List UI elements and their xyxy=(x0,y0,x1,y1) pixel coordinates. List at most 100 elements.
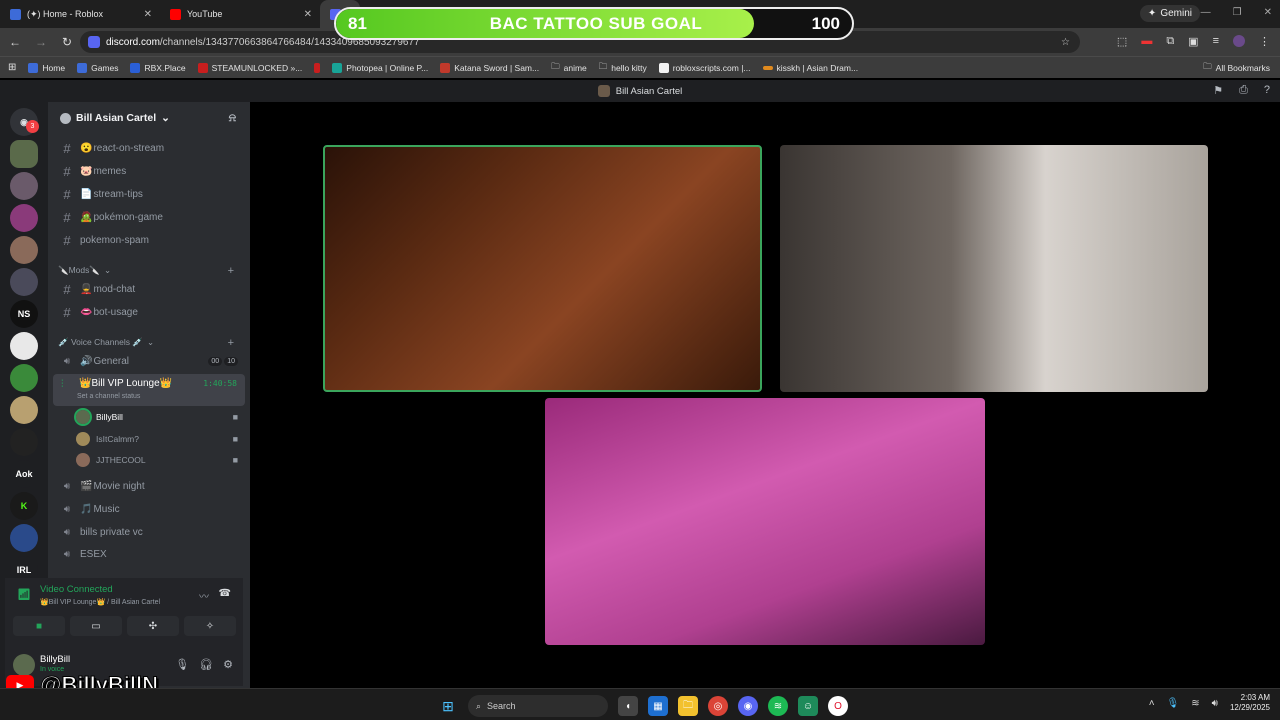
apps-grid-icon[interactable]: ⊞ xyxy=(8,62,16,73)
windows-start-icon[interactable]: ⊞ xyxy=(438,696,458,716)
channel-pokemon-spam[interactable]: # pokemon-spam xyxy=(56,230,244,250)
volume-icon[interactable]: 🔊︎ xyxy=(1212,698,1218,709)
server-icon[interactable] xyxy=(10,236,38,264)
bookmark-red[interactable] xyxy=(314,62,321,73)
voice-user-isitcalmm[interactable]: IsItCalmm? ■ xyxy=(76,429,242,449)
category-voice[interactable]: 💉 Voice Channels 💉 ⌄ + xyxy=(58,337,240,349)
settings-gear-icon[interactable]: ⚙ xyxy=(223,658,233,671)
video-tile-speaking[interactable] xyxy=(323,145,762,392)
server-icon[interactable] xyxy=(10,172,38,200)
noise-suppression-icon[interactable]: 〰 xyxy=(199,588,209,603)
add-channel-icon[interactable]: + xyxy=(228,265,234,277)
server-icon[interactable] xyxy=(10,364,38,392)
camera-toggle-button[interactable]: ■ xyxy=(13,616,65,636)
chevron-up-icon[interactable]: ˄ xyxy=(1149,698,1155,709)
microphone-tray-icon[interactable]: 🎙︎ xyxy=(1167,698,1180,709)
profile-avatar-icon[interactable] xyxy=(1233,35,1245,47)
disconnect-icon[interactable]: ☎ xyxy=(219,588,231,599)
server-icon[interactable] xyxy=(10,428,38,456)
bookmark-robloxscripts[interactable]: robloxscripts.com |... xyxy=(658,62,751,73)
kebab-menu-icon[interactable]: ⋮ xyxy=(1259,35,1270,48)
signal-strength-icon[interactable]: 📶︎ xyxy=(17,588,31,601)
server-icon-aok[interactable]: Aok xyxy=(10,460,38,488)
bookmark-rbxplace[interactable]: RBX.Place xyxy=(130,62,186,73)
wifi-icon[interactable]: ≋ xyxy=(1191,698,1199,709)
tab-roblox[interactable]: (✦) Home - Roblox ✕ xyxy=(0,0,160,28)
flag-icon[interactable]: ⚑ xyxy=(1213,84,1223,97)
tab-youtube[interactable]: YouTube ✕ xyxy=(160,0,320,28)
server-icon[interactable] xyxy=(10,204,38,232)
bookmark-kisskh[interactable]: kisskh | Asian Dram... xyxy=(762,63,858,73)
server-header[interactable]: Bill Asian Cartel ⌄ ⍾ xyxy=(48,102,250,134)
close-window-icon[interactable]: ✕ xyxy=(1264,7,1272,18)
video-tile[interactable] xyxy=(545,398,985,645)
bookmark-games[interactable]: Games xyxy=(77,62,118,73)
extension-red-icon[interactable]: ▬ xyxy=(1141,35,1152,48)
activities-button[interactable]: ✣ xyxy=(127,616,179,636)
channel-pokemon-game[interactable]: # 🧟 pokémon-game xyxy=(56,207,244,227)
voice-user-billybill[interactable]: BillyBill ■ xyxy=(74,407,242,427)
extensions-puzzle-icon[interactable]: ⧉ xyxy=(1166,35,1174,48)
screen-share-button[interactable]: ▭ xyxy=(70,616,122,636)
bookmark-photopea[interactable]: Photopea | Online P... xyxy=(332,62,428,73)
bookmark-katana[interactable]: Katana Sword | Sam... xyxy=(440,62,539,73)
file-explorer-icon[interactable]: 🗀 xyxy=(678,696,698,716)
discord-taskbar-icon[interactable]: ◉ xyxy=(738,696,758,716)
server-icon-ns[interactable]: NS xyxy=(10,300,38,328)
spotify-icon[interactable]: ≋ xyxy=(768,696,788,716)
tab-search-icon[interactable]: ≡ xyxy=(1213,35,1219,48)
microphone-icon[interactable]: 🎙︎ xyxy=(175,658,189,671)
headphones-icon[interactable]: 🎧︎ xyxy=(199,658,213,671)
server-icon[interactable] xyxy=(10,268,38,296)
channel-react-on-stream[interactable]: # 😮 react-on-stream xyxy=(56,138,244,158)
server-icon-active[interactable] xyxy=(10,140,38,168)
mouse-app-icon[interactable]: ◖ xyxy=(618,696,638,716)
inbox-icon[interactable]: ⎙ xyxy=(1239,84,1248,97)
taskbar-search[interactable]: ⌕ Search xyxy=(468,695,608,717)
soundboard-button[interactable]: ✧ xyxy=(184,616,236,636)
channel-stream-tips[interactable]: # 📄 stream-tips xyxy=(56,184,244,204)
category-mods[interactable]: 🔪Mods🔪 ⌄ + xyxy=(58,265,240,277)
forward-icon[interactable]: → xyxy=(30,35,52,49)
server-icon[interactable] xyxy=(10,524,38,552)
server-icon[interactable]: K xyxy=(10,492,38,520)
voice-channel-general[interactable]: 🔊︎ 🔊 General 00 10 xyxy=(56,351,244,371)
site-info-icon[interactable] xyxy=(88,36,100,48)
bookmark-star-icon[interactable]: ☆ xyxy=(1061,37,1070,48)
connection-location[interactable]: 👑Bill VIP Lounge👑 / Bill Asian Cartel xyxy=(40,598,160,606)
voice-channel-movie-night[interactable]: 🔊︎ 🎬 Movie night xyxy=(56,476,244,496)
voice-channel-vip-lounge[interactable]: ⫶ 👑Bill VIP Lounge👑 1:40:58 Set a channe… xyxy=(53,374,245,406)
task-view-icon[interactable]: ▦ xyxy=(648,696,668,716)
all-bookmarks[interactable]: 🗀 All Bookmarks xyxy=(1203,61,1270,75)
robot-app-icon[interactable]: ☺ xyxy=(798,696,818,716)
add-channel-icon[interactable]: + xyxy=(228,337,234,349)
bookmark-steamunlocked[interactable]: STEAMUNLOCKED »... xyxy=(197,62,302,73)
voice-channel-music[interactable]: 🔊︎ 🎵 Music xyxy=(56,499,244,519)
bookmark-home[interactable]: Home xyxy=(28,62,65,73)
side-panel-icon[interactable]: ▣ xyxy=(1188,35,1198,48)
clock[interactable]: 2:03 AM 12/29/2025 xyxy=(1230,693,1270,713)
extension-icon[interactable]: ⬚ xyxy=(1117,35,1127,48)
bookmark-folder-anime[interactable]: 🗀 anime xyxy=(551,61,587,75)
server-icon[interactable] xyxy=(10,396,38,424)
minimize-icon[interactable]: — xyxy=(1201,7,1211,18)
channel-memes[interactable]: # 🐷 memes xyxy=(56,161,244,181)
invite-people-icon[interactable]: ⍾ xyxy=(229,112,236,125)
opera-icon[interactable]: O xyxy=(828,696,848,716)
voice-channel-bills-private[interactable]: 🔊︎ bills private vc xyxy=(56,522,244,542)
back-icon[interactable]: ← xyxy=(4,35,26,49)
help-icon[interactable]: ? xyxy=(1264,84,1270,97)
voice-user-jjthecool[interactable]: JJTHECOOL ■ xyxy=(76,450,242,470)
bookmark-folder-hellokitty[interactable]: 🗀 hello kitty xyxy=(599,61,647,75)
set-channel-status[interactable]: Set a channel status xyxy=(77,393,140,400)
reload-icon[interactable]: ↻ xyxy=(56,35,78,49)
close-tab-icon[interactable]: ✕ xyxy=(144,9,152,20)
video-tile[interactable] xyxy=(780,145,1208,392)
maximize-icon[interactable]: ❐ xyxy=(1233,7,1242,18)
server-icon[interactable] xyxy=(10,332,38,360)
voice-channel-esex[interactable]: 🔊︎ ESEX xyxy=(56,544,244,564)
gemini-button[interactable]: ✦ Gemini xyxy=(1139,5,1200,22)
close-tab-icon[interactable]: ✕ xyxy=(304,9,312,20)
chrome-icon[interactable]: ◎ xyxy=(708,696,728,716)
channel-bot-usage[interactable]: # 👄 bot-usage xyxy=(56,302,244,322)
